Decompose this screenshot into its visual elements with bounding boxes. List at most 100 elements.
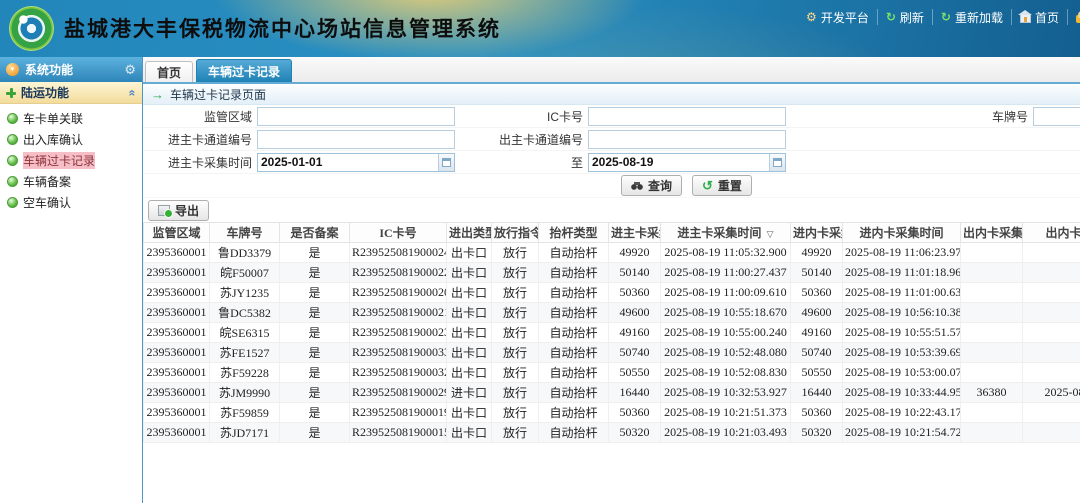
table-cell: 出卡口 [447, 343, 492, 363]
nav-home[interactable]: 首页 [1011, 9, 1067, 25]
table-cell: 2025-08-19 10:55:51.570 [843, 323, 961, 343]
table-cell: 是 [280, 303, 350, 323]
table-cell: 放行 [492, 303, 539, 323]
nav-refresh[interactable]: 刷新 [877, 9, 932, 25]
out-channel-input[interactable] [588, 130, 786, 149]
column-header[interactable]: 进出类型 [447, 223, 492, 243]
export-button-label: 导出 [175, 202, 199, 219]
table-cell [961, 243, 1023, 263]
plate-label: 车牌号 [786, 108, 1033, 125]
sidebar-header[interactable]: 系统功能 [0, 57, 142, 82]
table-row[interactable]: 2395360001苏JY1235是R239525081900020出卡口放行自… [144, 283, 1080, 303]
sidebar-item[interactable]: 空车确认 [0, 192, 142, 213]
table-cell: 2395360001 [144, 303, 210, 323]
table-cell: 2395360001 [144, 363, 210, 383]
table-cell: 皖F50007 [210, 263, 280, 283]
column-header[interactable]: 出内卡采集重量 [961, 223, 1023, 243]
sidebar-item[interactable]: 车卡单关联 [0, 108, 142, 129]
app-title: 盐城港大丰保税物流中心场站信息管理系统 [64, 13, 501, 43]
date-from-input[interactable]: 2025-01-01 [257, 153, 455, 172]
ic-card-input[interactable] [588, 107, 786, 126]
calendar-icon[interactable] [769, 154, 785, 171]
sidebar-group-header[interactable]: 陆运功能 [0, 82, 142, 104]
table-cell: 2025-08-19 11:00:27.437 [661, 263, 791, 283]
plate-input[interactable] [1033, 107, 1080, 126]
column-header[interactable]: 进主卡采集时间 ▽ [661, 223, 791, 243]
table-cell: 49160 [791, 323, 843, 343]
table-cell: 出卡口 [447, 403, 492, 423]
reload-icon [941, 11, 951, 23]
query-button[interactable]: 查询 [621, 175, 682, 196]
table-cell: 2025-08-19 10:52:08.830 [661, 363, 791, 383]
table-row[interactable]: 2395360001鲁DC5382是R239525081900021出卡口放行自… [144, 303, 1080, 323]
table-cell: 自动抬杆 [539, 243, 609, 263]
table-cell: 出卡口 [447, 243, 492, 263]
column-header[interactable]: 抬杆类型 [539, 223, 609, 243]
calendar-icon[interactable] [438, 154, 454, 171]
nav-label: 首页 [1035, 9, 1059, 26]
chevron-up-icon[interactable] [126, 89, 140, 96]
column-header[interactable]: 监管区域 [144, 223, 210, 243]
table-row[interactable]: 2395360001苏F59228是R239525081900032出卡口放行自… [144, 363, 1080, 383]
table-cell: 2025-08-19 10:21:03.493 [661, 423, 791, 443]
sidebar-item-label: 空车确认 [23, 194, 71, 211]
table-row[interactable]: 2395360001皖SE6315是R239525081900023出卡口放行自… [144, 323, 1080, 343]
table-row[interactable]: 2395360001苏FE1527是R239525081900033出卡口放行自… [144, 343, 1080, 363]
date-to-input[interactable]: 2025-08-19 [588, 153, 786, 172]
table-row[interactable]: 2395360001苏JD7171是R239525081900015出卡口放行自… [144, 423, 1080, 443]
table-cell: 2025-08-19 11:01:18.967 [843, 263, 961, 283]
table-row[interactable]: 2395360001苏F59859是R239525081900019出卡口放行自… [144, 403, 1080, 423]
table-cell: 皖SE6315 [210, 323, 280, 343]
table-cell: 自动抬杆 [539, 383, 609, 403]
table-cell [961, 363, 1023, 383]
menu-dot-icon [7, 176, 18, 187]
undo-icon [702, 179, 713, 193]
table-cell: 50320 [609, 423, 661, 443]
column-header[interactable]: 出内卡采集时间 [1023, 223, 1080, 243]
table-cell: 2395360001 [144, 323, 210, 343]
reset-button[interactable]: 重置 [692, 175, 752, 196]
table-row[interactable]: 2395360001苏JM9990是R239525081900029进卡口放行自… [144, 383, 1080, 403]
column-header[interactable]: 放行指令 [492, 223, 539, 243]
table-cell [961, 283, 1023, 303]
column-header[interactable]: 进主卡采集重量 [609, 223, 661, 243]
nav-reload[interactable]: 重新加载 [932, 9, 1011, 25]
table-row[interactable]: 2395360001鲁DD3379是R239525081900024出卡口放行自… [144, 243, 1080, 263]
column-header[interactable]: IC卡号 [350, 223, 447, 243]
table-cell: 50550 [609, 363, 661, 383]
nav-lock[interactable] [1067, 9, 1080, 25]
table-cell: 2025-08-19 11:00:09.610 [661, 283, 791, 303]
sidebar-item[interactable]: 车辆过卡记录 [0, 150, 142, 171]
table-cell: 进卡口 [447, 383, 492, 403]
sidebar-item-label: 车辆备案 [23, 173, 71, 190]
table-cell: R239525081900033 [350, 343, 447, 363]
table-row[interactable]: 2395360001皖F50007是R239525081900022出卡口放行自… [144, 263, 1080, 283]
column-header[interactable]: 进内卡采集重量 [791, 223, 843, 243]
table-cell: 放行 [492, 343, 539, 363]
table-cell: 放行 [492, 323, 539, 343]
column-header[interactable]: 进内卡采集时间 [843, 223, 961, 243]
form-row: 进主卡采集时间 2025-01-01 至 2025-08-19 [143, 151, 1080, 174]
table-cell: 出卡口 [447, 423, 492, 443]
nav-gear[interactable]: 开发平台 [798, 9, 877, 25]
sidebar-title: 系统功能 [25, 61, 73, 78]
export-button[interactable]: 导出 [148, 200, 209, 221]
column-header[interactable]: 车牌号 [210, 223, 280, 243]
grid-body: 2395360001鲁DD3379是R239525081900024出卡口放行自… [144, 243, 1080, 443]
gear-icon[interactable] [124, 62, 136, 78]
table-cell: 50320 [791, 423, 843, 443]
table-cell: 出卡口 [447, 263, 492, 283]
tab-vehicle-pass-records[interactable]: 车辆过卡记录 [196, 59, 292, 82]
in-channel-input[interactable] [257, 130, 455, 149]
region-input[interactable] [257, 107, 455, 126]
table-cell: 鲁DC5382 [210, 303, 280, 323]
sidebar-item-label: 出入库确认 [23, 131, 83, 148]
column-header[interactable]: 是否备案 [280, 223, 350, 243]
tab-home[interactable]: 首页 [145, 61, 193, 82]
table-cell: 2025-08-19 10:53:00.077 [843, 363, 961, 383]
collapse-circle-icon[interactable] [6, 63, 19, 76]
sidebar-item[interactable]: 出入库确认 [0, 129, 142, 150]
table-cell: 2395360001 [144, 423, 210, 443]
sidebar-item[interactable]: 车辆备案 [0, 171, 142, 192]
table-cell [961, 423, 1023, 443]
